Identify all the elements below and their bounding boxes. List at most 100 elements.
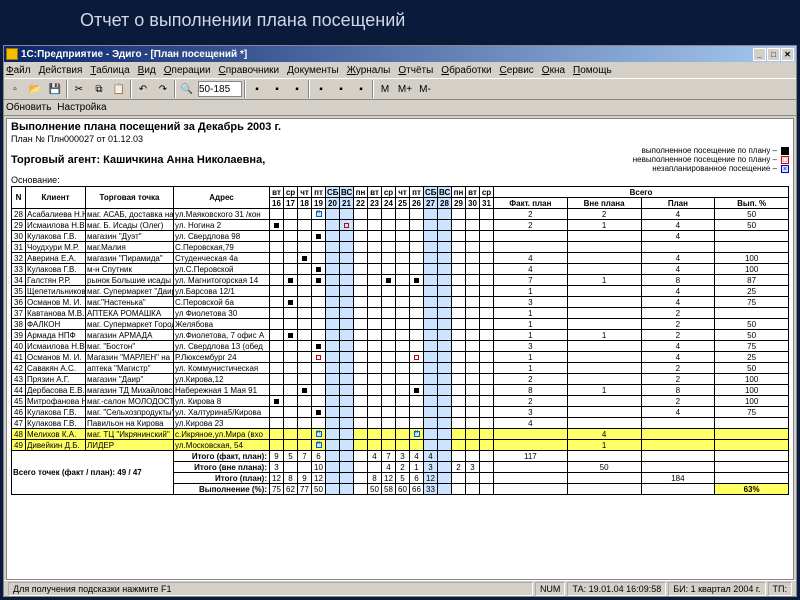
table-row[interactable]: 33Кулакова Г.В.м-н Спутникул.С.Перовской… <box>12 264 789 275</box>
cell <box>382 363 396 374</box>
cell <box>326 462 340 473</box>
cell <box>567 396 641 407</box>
cell <box>567 363 641 374</box>
table-row[interactable]: 29Исмаилова Н.В.маг. Б. Исады (Олег)ул. … <box>12 220 789 231</box>
table-row[interactable]: 31Чоудхури М.Р.маг.МалияС.Перовская,79 <box>12 242 789 253</box>
minimize-button[interactable]: _ <box>753 48 766 61</box>
table-row[interactable]: 42Савакян А.С.аптека "Магистр"ул. Коммун… <box>12 363 789 374</box>
find-icon[interactable]: 🔍 <box>178 80 196 98</box>
table-row[interactable]: 30Кулакова Г.В.магазин "Дуэт"ул. Свердло… <box>12 231 789 242</box>
menu-item[interactable]: Отчёты <box>398 65 433 76</box>
tool-icon[interactable]: ▪ <box>288 80 306 98</box>
table-row[interactable]: 36Османов М. И.маг."Настенька"С.Перовско… <box>12 297 789 308</box>
cell <box>410 352 424 363</box>
tool-icon[interactable]: ▪ <box>248 80 266 98</box>
table-row[interactable]: 49Дивейкин Д.Б.ЛИДЕРул.Московская, 541 <box>12 440 789 451</box>
memory-m[interactable]: М <box>376 80 394 98</box>
maximize-button[interactable]: □ <box>767 48 780 61</box>
cell <box>466 308 480 319</box>
menu-item[interactable]: Документы <box>287 65 339 76</box>
table-row[interactable]: 32Аверина Е.А.магазин "Пирамида"Студенче… <box>12 253 789 264</box>
table-row[interactable]: 35Щепетильников М.маг. Супермаркет "Даир… <box>12 286 789 297</box>
cell: ЛИДЕР <box>86 440 174 451</box>
menu-item[interactable]: Файл <box>6 65 31 76</box>
table-row[interactable]: 34Галстян Р.Р.рынок Большие исады (ул. М… <box>12 275 789 286</box>
close-button[interactable]: ✕ <box>781 48 794 61</box>
menu-item[interactable]: Таблица <box>90 65 129 76</box>
tool-icon[interactable]: ▪ <box>332 80 350 98</box>
cell <box>354 231 368 242</box>
paste-icon[interactable]: 📋 <box>110 80 128 98</box>
cell <box>567 264 641 275</box>
cell: Р.Люксембург 24 <box>174 352 270 363</box>
undo-icon[interactable]: ↶ <box>134 80 152 98</box>
tool-icon[interactable]: ▪ <box>352 80 370 98</box>
cell: Армада НПФ <box>26 330 86 341</box>
table-row[interactable]: 43Прязин А.Г.магазин "Даир"ул.Кирова,122… <box>12 374 789 385</box>
menu-item[interactable]: Окна <box>542 65 565 76</box>
table-row[interactable]: 44Дербасова Е.В.магазин ТД МихайловскНаб… <box>12 385 789 396</box>
cell <box>312 385 326 396</box>
visits-table[interactable]: NКлиентТорговая точкаАдресвтсрчтптСБВСпн… <box>11 186 789 495</box>
menu-item[interactable]: Действия <box>39 65 83 76</box>
cell <box>452 297 466 308</box>
memory-mminus[interactable]: М- <box>416 80 434 98</box>
cut-icon[interactable]: ✂ <box>70 80 88 98</box>
open-icon[interactable]: 📂 <box>26 80 44 98</box>
search-input[interactable] <box>198 81 242 97</box>
cell <box>424 440 438 451</box>
cell <box>326 473 340 484</box>
cell: ул.Маяковского 31 /кон <box>174 209 270 220</box>
cell <box>382 264 396 275</box>
cell <box>438 264 452 275</box>
table-row[interactable]: 39Армада НПФмагазин АРМАДАул.Фиолетова, … <box>12 330 789 341</box>
memory-mplus[interactable]: М+ <box>396 80 414 98</box>
cell: 32 <box>12 253 26 264</box>
table-row[interactable]: 38ФАЛКОНмаг. Супермаркет ГородЖелябова12… <box>12 319 789 330</box>
cell: Кулакова Г.В. <box>26 418 86 429</box>
tool-icon[interactable]: ▪ <box>312 80 330 98</box>
table-row[interactable]: 37Кавтанова М.В.АПТЕКА РОМАШКАул Фиолето… <box>12 308 789 319</box>
menu-item[interactable]: Справочники <box>219 65 280 76</box>
cell <box>354 385 368 396</box>
cell <box>284 462 298 473</box>
cell: Дербасова Е.В. <box>26 385 86 396</box>
menu-item[interactable]: Сервис <box>500 65 534 76</box>
table-row[interactable]: 47Кулакова Г.В.Павильон на Кироваул.Киро… <box>12 418 789 429</box>
settings-button[interactable]: Настройка <box>57 102 106 113</box>
table-row[interactable]: 40Исмаилова Н.В.маг. "Бостон"ул. Свердло… <box>12 341 789 352</box>
table-row[interactable]: 28Асабалиева Н.Н.маг. АСАБ, доставка нау… <box>12 209 789 220</box>
cell: ул Фиолетова 30 <box>174 308 270 319</box>
refresh-button[interactable]: Обновить <box>6 102 51 113</box>
menu-item[interactable]: Операции <box>164 65 211 76</box>
cell <box>340 374 354 385</box>
save-icon[interactable]: 💾 <box>46 80 64 98</box>
cell: 12 <box>382 473 396 484</box>
new-icon[interactable]: ▫ <box>6 80 24 98</box>
cell <box>452 319 466 330</box>
cell <box>312 209 326 220</box>
table-row[interactable]: 48Мелихов К.А.маг. ТЦ "Икрянинский"с.Икр… <box>12 429 789 440</box>
table-row[interactable]: 41Османов М. И.Магазин "МАРЛЕН" на Р.Р.Л… <box>12 352 789 363</box>
cell <box>298 286 312 297</box>
cell <box>396 330 410 341</box>
menu-item[interactable]: Помощь <box>573 65 612 76</box>
table-row[interactable]: 45Митрофанова Н.Р.маг.-салон МОЛОДОСТЬул… <box>12 396 789 407</box>
cell <box>270 286 284 297</box>
cell <box>270 209 284 220</box>
page-banner: Отчет о выполнении плана посещений <box>0 0 800 45</box>
redo-icon[interactable]: ↷ <box>154 80 172 98</box>
table-row[interactable]: 46Кулакова Г.В.маг. "Сельхозпродукты"ул.… <box>12 407 789 418</box>
menu-item[interactable]: Журналы <box>347 65 391 76</box>
cell <box>354 297 368 308</box>
tool-icon[interactable]: ▪ <box>268 80 286 98</box>
copy-icon[interactable]: ⧉ <box>90 80 108 98</box>
cell: 25 <box>715 286 789 297</box>
basis-label: Основание: <box>11 175 789 185</box>
cell <box>284 385 298 396</box>
cell: Чоудхури М.Р. <box>26 242 86 253</box>
cell <box>438 418 452 429</box>
menu-item[interactable]: Обработки <box>441 65 491 76</box>
cell <box>368 319 382 330</box>
menu-item[interactable]: Вид <box>138 65 156 76</box>
